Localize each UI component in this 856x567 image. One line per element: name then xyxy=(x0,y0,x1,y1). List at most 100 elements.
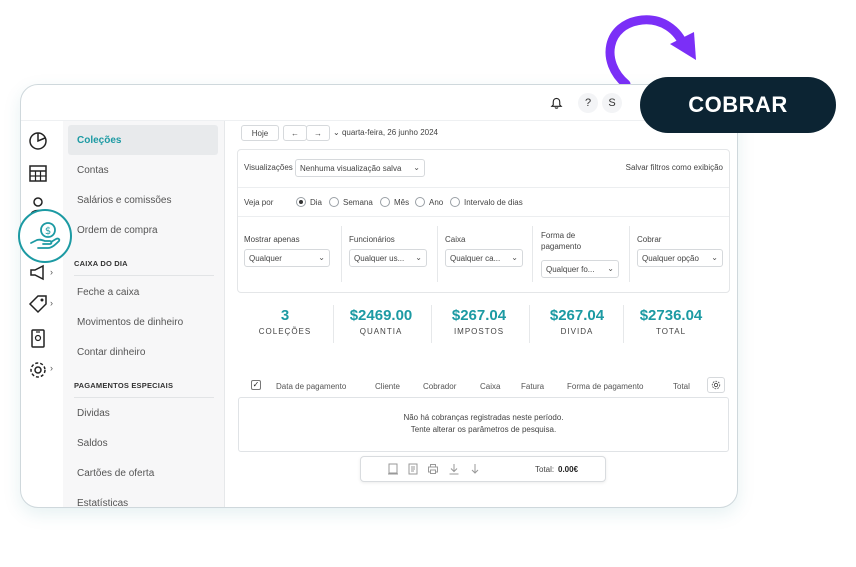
empty-state: Não há cobranças registradas neste perío… xyxy=(238,397,729,452)
views-select-value: Nenhuma visualização salva xyxy=(300,163,402,173)
chevron-down-icon: ⌄ xyxy=(415,253,422,262)
sidebar-item-estatisticas[interactable]: Estatísticas xyxy=(68,488,218,508)
cash-select[interactable]: Qualquer ca... ⌄ xyxy=(445,249,523,267)
payment-label: Forma de pagamento xyxy=(541,231,582,251)
radio-dot xyxy=(296,197,306,207)
charge-value: Qualquer opção xyxy=(642,253,699,263)
radio-dot xyxy=(329,197,339,207)
stat-value: 3 xyxy=(280,307,290,324)
print-icon[interactable] xyxy=(427,463,439,475)
today-button[interactable]: Hoje xyxy=(241,125,279,141)
sidebar-item-dividas[interactable]: Dividas xyxy=(68,398,218,428)
date-label: quarta-feira, 26 junho 2024 xyxy=(341,128,439,137)
gear-icon xyxy=(711,380,721,390)
stat-colecoes: 3 COLEÇÕES xyxy=(237,301,333,336)
chevron-right-icon: › xyxy=(50,298,53,308)
radio-semana[interactable]: Semana xyxy=(329,197,373,207)
stat-total: $2736.04 TOTAL xyxy=(623,301,719,336)
sidebar-item-movimentos[interactable]: Movimentos de dinheiro xyxy=(68,307,218,337)
divider xyxy=(532,226,533,282)
divider xyxy=(238,216,729,217)
divider xyxy=(238,187,729,188)
employees-label: Funcionários xyxy=(349,235,395,244)
sidebar-item-saldos[interactable]: Saldos xyxy=(68,428,218,458)
charge-select[interactable]: Qualquer opção ⌄ xyxy=(637,249,723,267)
show-only-select[interactable]: Qualquer ⌄ xyxy=(244,249,330,267)
tag-icon[interactable] xyxy=(27,293,49,315)
payment-select[interactable]: Qualquer fo... ⌄ xyxy=(541,260,619,278)
radio-label: Intervalo de dias xyxy=(464,197,523,207)
top-bar: ? S xyxy=(21,85,737,121)
radio-intervalo[interactable]: Intervalo de dias xyxy=(450,197,523,207)
section-heading-caixa: CAIXA DO DIA xyxy=(74,259,128,268)
pie-chart-icon[interactable] xyxy=(27,129,49,151)
stat-divida: $267.04 DIVIDA xyxy=(529,301,625,336)
cash-value: Qualquer ca... xyxy=(450,253,501,263)
badge-icon[interactable] xyxy=(27,327,49,349)
sidebar-item-ordem-compra[interactable]: Ordem de compra xyxy=(68,215,218,245)
column-header[interactable]: Caixa xyxy=(480,382,500,391)
main-content: Hoje ← → ⌄ quarta-feira, 26 junho 2024 V… xyxy=(225,121,737,507)
radio-mes[interactable]: Mês xyxy=(380,197,409,207)
sidebar-item-cartoes-oferta[interactable]: Cartões de oferta xyxy=(68,458,218,488)
user-avatar[interactable]: S xyxy=(602,93,622,113)
divider xyxy=(341,226,342,282)
see-by-label: Veja por xyxy=(244,198,274,207)
column-header[interactable]: Forma de pagamento xyxy=(567,382,644,391)
table-settings-button[interactable] xyxy=(707,377,725,393)
gear-icon[interactable] xyxy=(27,359,49,381)
payment-value: Qualquer fo... xyxy=(546,264,595,274)
save-filters-link[interactable]: Salvar filtros como exibição xyxy=(626,163,723,172)
column-header[interactable]: Cliente xyxy=(375,382,400,391)
employees-value: Qualquer us... xyxy=(354,253,405,263)
column-header[interactable]: Cobrador xyxy=(423,382,456,391)
column-header[interactable]: Data de pagamento xyxy=(276,382,346,391)
calendar-icon[interactable] xyxy=(27,162,49,184)
chevron-down-icon: ⌄ xyxy=(511,253,518,262)
icon-rail: › › › xyxy=(21,121,63,507)
cobrar-button[interactable]: COBRAR xyxy=(640,77,836,133)
cash-label: Caixa xyxy=(445,235,466,244)
column-header[interactable]: Total xyxy=(673,382,690,391)
prev-date-button[interactable]: ← xyxy=(283,125,307,141)
select-all-checkbox[interactable]: ✓ xyxy=(251,380,261,390)
document-icon[interactable] xyxy=(407,463,419,475)
sidebar-item-contas[interactable]: Contas xyxy=(68,155,218,185)
employees-select[interactable]: Qualquer us... ⌄ xyxy=(349,249,427,267)
views-label: Visualizações xyxy=(244,163,293,172)
radio-label: Mês xyxy=(394,197,410,207)
app-window: ? S › › › Coleções Contas Salários e com… xyxy=(20,84,738,508)
radio-dia[interactable]: Dia xyxy=(296,197,322,207)
sidebar-item-feche-caixa[interactable]: Feche a caixa xyxy=(68,277,218,307)
megaphone-icon[interactable] xyxy=(27,261,49,283)
radio-dot xyxy=(450,197,460,207)
date-selector[interactable]: ⌄ quarta-feira, 26 junho 2024 xyxy=(333,128,438,137)
stat-label: QUANTIA xyxy=(359,327,403,336)
sidebar-item-contar-dinheiro[interactable]: Contar dinheiro xyxy=(68,337,218,367)
stat-label: DIVIDA xyxy=(560,327,594,336)
receipt-icon[interactable] xyxy=(387,463,399,475)
cash-hand-icon[interactable]: $ xyxy=(18,209,72,263)
footer-total-label: Total: xyxy=(535,465,555,474)
charge-label: Cobrar xyxy=(637,235,662,244)
section-heading-pagamentos: PAGAMENTOS ESPECIAIS xyxy=(74,381,174,390)
chevron-down-icon: ⌄ xyxy=(711,253,718,262)
radio-ano[interactable]: Ano xyxy=(415,197,443,207)
sidebar-item-salarios[interactable]: Salários e comissões xyxy=(68,185,218,215)
chevron-down-icon: ⌄ xyxy=(607,264,614,273)
show-only-value: Qualquer xyxy=(249,253,282,263)
chevron-right-icon: › xyxy=(50,363,53,373)
radio-dot xyxy=(415,197,425,207)
stat-quantia: $2469.00 QUANTIA xyxy=(333,301,429,336)
bell-icon[interactable] xyxy=(546,93,566,113)
help-icon[interactable]: ? xyxy=(578,93,598,113)
arrow-down-icon[interactable] xyxy=(469,463,481,475)
views-select[interactable]: Nenhuma visualização salva ⌄ xyxy=(295,159,425,177)
column-header[interactable]: Fatura xyxy=(521,382,544,391)
next-date-button[interactable]: → xyxy=(306,125,330,141)
empty-hint: Tente alterar os parâmetros de pesquisa. xyxy=(410,425,557,434)
stat-value: $267.04 xyxy=(451,307,507,324)
sidebar-item-colecoes[interactable]: Coleções xyxy=(68,125,218,155)
svg-text:$: $ xyxy=(45,226,51,237)
download-icon[interactable] xyxy=(448,463,460,475)
